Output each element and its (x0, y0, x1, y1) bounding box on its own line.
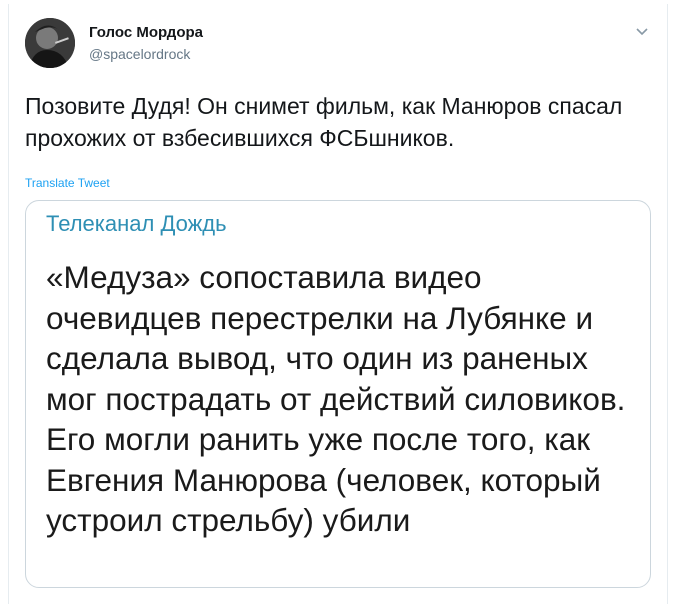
avatar-photo-icon (25, 18, 75, 68)
display-name[interactable]: Голос Мордора (89, 24, 203, 41)
avatar[interactable] (25, 18, 75, 68)
quote-source: Телеканал Дождь (46, 211, 227, 236)
quote-text: «Медуза» сопоставила видео очевидцев пер… (46, 259, 626, 538)
quoted-image[interactable]: Телеканал Дождь «Медуза» сопоставила вид… (25, 200, 651, 588)
tweet-card: Голос Мордора @spacelordrock Позовите Ду… (8, 4, 668, 604)
chevron-down-icon[interactable] (635, 24, 649, 36)
tweet-text: Позовите Дудя! Он снимет фильм, как Маню… (25, 93, 623, 151)
username-handle[interactable]: @spacelordrock (89, 46, 190, 62)
translate-tweet-link[interactable]: Translate Tweet (25, 176, 110, 190)
